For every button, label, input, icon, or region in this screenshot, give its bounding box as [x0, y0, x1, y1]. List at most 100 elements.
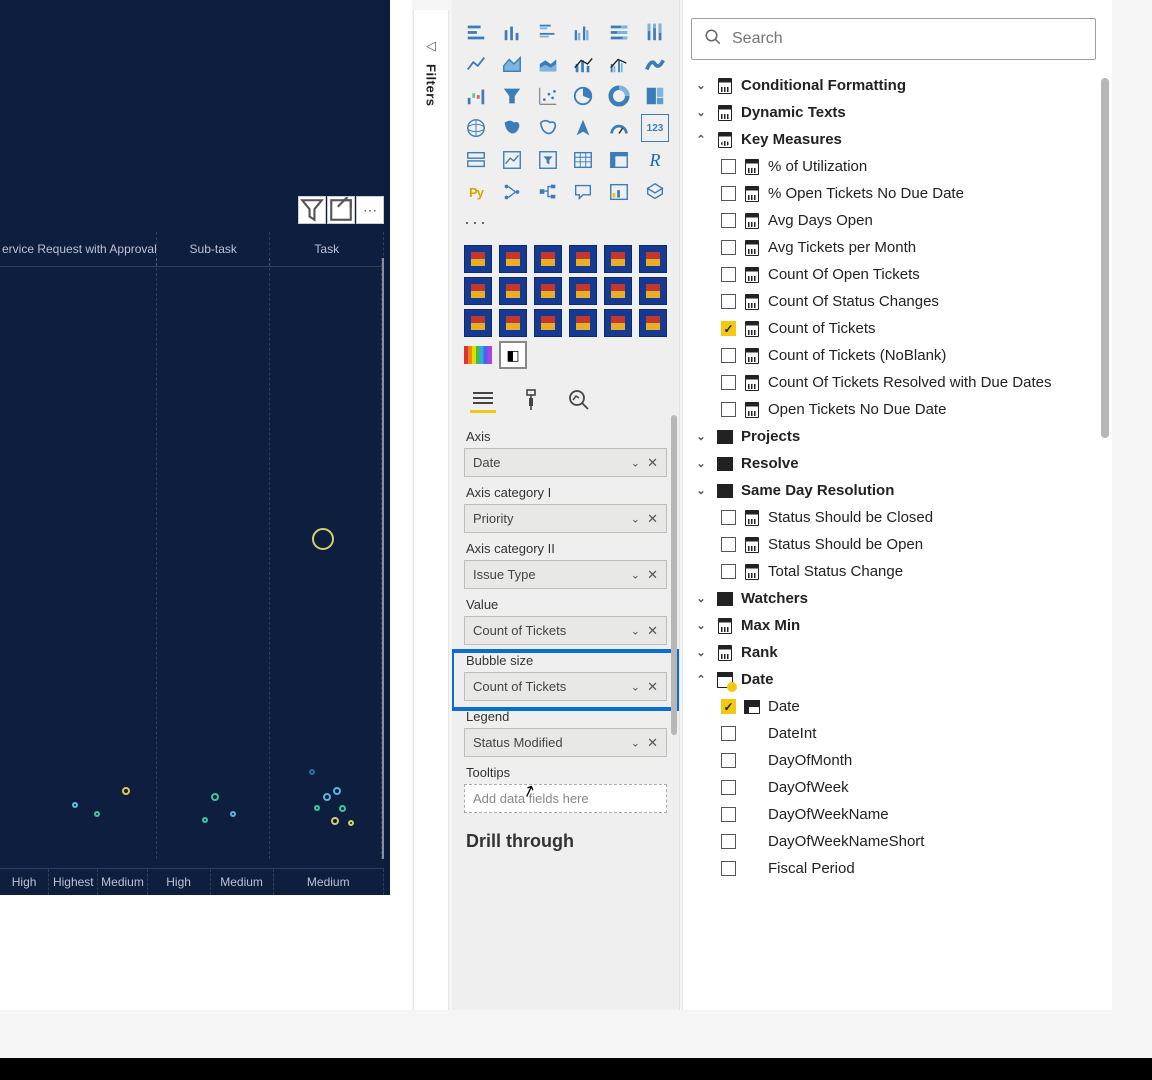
field-item[interactable]: Fiscal Period [689, 855, 1112, 882]
custom-visual-icon[interactable] [464, 277, 492, 305]
custom-visual-icon[interactable] [464, 309, 492, 337]
bubble-size-well[interactable]: Count of Tickets⌄✕ [464, 672, 667, 701]
field-item[interactable]: Count Of Tickets Resolved with Due Dates [689, 369, 1112, 396]
field-checkbox[interactable] [721, 537, 736, 552]
chevron-down-icon[interactable]: ⌄ [693, 619, 709, 632]
scrollbar-thumb[interactable] [671, 415, 677, 735]
custom-visual-icon[interactable]: ◧ [499, 341, 527, 369]
scatter-chart-icon[interactable] [534, 82, 562, 110]
legend-well[interactable]: Status Modified⌄✕ [464, 728, 667, 757]
table-max-min[interactable]: ⌄Max Min [689, 612, 1112, 639]
key-influencers-icon[interactable] [498, 178, 526, 206]
field-checkbox[interactable] [721, 699, 736, 714]
treemap-icon[interactable] [641, 82, 669, 110]
clustered-bar-chart-icon[interactable] [534, 18, 562, 46]
line-clustered-column-icon[interactable] [605, 50, 633, 78]
filters-pane-collapsed[interactable]: ▷ Filters [413, 10, 449, 1010]
field-checkbox[interactable] [721, 294, 736, 309]
axis-well[interactable]: Date⌄✕ [464, 448, 667, 477]
chevron-down-icon[interactable]: ⌄ [631, 568, 640, 581]
decomposition-tree-icon[interactable] [534, 178, 562, 206]
chevron-down-icon[interactable]: ⌄ [693, 79, 709, 92]
custom-visual-icon[interactable] [604, 245, 632, 273]
custom-visual-icon[interactable] [534, 309, 562, 337]
table-projects[interactable]: ⌄Projects [689, 423, 1112, 450]
field-checkbox[interactable] [721, 159, 736, 174]
pie-chart-icon[interactable] [569, 82, 597, 110]
remove-field-icon[interactable]: ✕ [647, 567, 658, 583]
table-watchers[interactable]: ⌄Watchers [689, 585, 1112, 612]
field-item[interactable]: Count Of Open Tickets [689, 261, 1112, 288]
more-visuals-icon[interactable]: ··· [452, 212, 679, 239]
chevron-down-icon[interactable]: ⌄ [631, 456, 640, 469]
field-checkbox[interactable] [721, 375, 736, 390]
shape-map-icon[interactable] [534, 114, 562, 142]
stacked-bar-chart-icon[interactable] [462, 18, 490, 46]
field-item[interactable]: Count of Tickets (NoBlank) [689, 342, 1112, 369]
field-checkbox[interactable] [721, 240, 736, 255]
qa-visual-icon[interactable] [569, 178, 597, 206]
clustered-column-chart-icon[interactable] [569, 18, 597, 46]
field-checkbox[interactable] [721, 267, 736, 282]
stacked-area-chart-icon[interactable] [534, 50, 562, 78]
scrollbar-thumb[interactable] [1101, 78, 1109, 438]
report-canvas[interactable]: ⋯ ervice Request with Approvals Sub-task… [0, 0, 412, 1010]
remove-field-icon[interactable]: ✕ [647, 679, 658, 695]
hundred-pct-column-chart-icon[interactable] [641, 18, 669, 46]
hundred-pct-bar-chart-icon[interactable] [605, 18, 633, 46]
more-options-icon[interactable]: ⋯ [356, 196, 384, 224]
axis-category2-well[interactable]: Issue Type⌄✕ [464, 560, 667, 589]
custom-visual-icon[interactable] [464, 245, 492, 273]
custom-visual-icon[interactable] [499, 245, 527, 273]
azure-map-icon[interactable] [569, 114, 597, 142]
chevron-down-icon[interactable]: ⌄ [631, 512, 640, 525]
custom-visual-icon[interactable] [604, 309, 632, 337]
field-checkbox[interactable] [721, 564, 736, 579]
custom-visual-icon[interactable] [569, 309, 597, 337]
chevron-down-icon[interactable]: ⌄ [631, 624, 640, 637]
field-checkbox[interactable] [721, 861, 736, 876]
chevron-down-icon[interactable]: ⌄ [693, 457, 709, 470]
search-input[interactable] [732, 30, 1083, 48]
analytics-tab-icon[interactable] [566, 387, 592, 413]
field-item[interactable]: % of Utilization [689, 153, 1112, 180]
custom-visual-icon[interactable] [639, 245, 667, 273]
chevron-down-icon[interactable]: ⌄ [693, 646, 709, 659]
field-item[interactable]: Count Of Status Changes [689, 288, 1112, 315]
remove-field-icon[interactable]: ✕ [647, 455, 658, 471]
field-checkbox[interactable] [721, 186, 736, 201]
slicer-icon[interactable] [534, 146, 562, 174]
expand-filters-icon[interactable]: ▷ [426, 38, 436, 54]
gauge-icon[interactable] [605, 114, 633, 142]
custom-visual-icon[interactable] [639, 277, 667, 305]
tooltips-well[interactable]: Add data fields here [464, 784, 667, 813]
field-checkbox[interactable] [721, 834, 736, 849]
table-key-measures[interactable]: ⌃Key Measures [689, 126, 1112, 153]
chevron-down-icon[interactable]: ⌄ [631, 680, 640, 693]
custom-visual-icon[interactable] [569, 277, 597, 305]
axis-category1-well[interactable]: Priority⌄✕ [464, 504, 667, 533]
smart-narrative-icon[interactable] [605, 178, 633, 206]
field-checkbox[interactable] [721, 510, 736, 525]
field-item[interactable]: Total Status Change [689, 558, 1112, 585]
field-item[interactable]: DayOfMonth [689, 747, 1112, 774]
kpi-icon[interactable] [498, 146, 526, 174]
table-icon[interactable] [569, 146, 597, 174]
matrix-icon[interactable] [605, 146, 633, 174]
donut-chart-icon[interactable] [605, 82, 633, 110]
format-tab-icon[interactable] [518, 387, 544, 413]
chevron-down-icon[interactable]: ⌄ [631, 736, 640, 749]
field-item[interactable]: Count of Tickets [689, 315, 1112, 342]
field-item[interactable]: Avg Tickets per Month [689, 234, 1112, 261]
field-checkbox[interactable] [721, 213, 736, 228]
field-item[interactable]: Avg Days Open [689, 207, 1112, 234]
stacked-column-chart-icon[interactable] [498, 18, 526, 46]
field-item[interactable]: DateInt [689, 720, 1112, 747]
custom-visual-icon[interactable] [534, 245, 562, 273]
field-item[interactable]: % Open Tickets No Due Date [689, 180, 1112, 207]
filter-visual-icon[interactable] [298, 196, 326, 224]
remove-field-icon[interactable]: ✕ [647, 735, 658, 751]
field-item[interactable]: DayOfWeekNameShort [689, 828, 1112, 855]
table-conditional-formatting[interactable]: ⌄Conditional Formatting [689, 72, 1112, 99]
r-visual-icon[interactable]: R [641, 146, 669, 174]
